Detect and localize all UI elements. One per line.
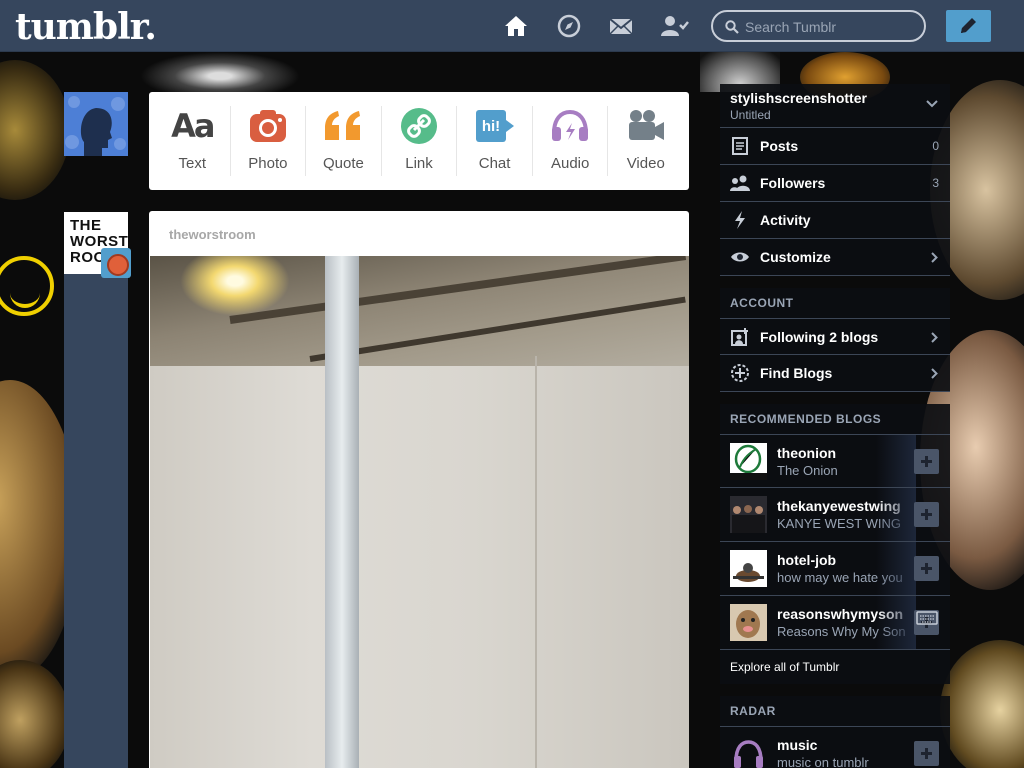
- headphones-icon: [730, 735, 767, 768]
- post-avatar-column: [64, 212, 128, 768]
- chevron-right-icon: [931, 368, 938, 379]
- post-type-link[interactable]: Link: [382, 106, 458, 176]
- chevron-down-icon: [926, 100, 938, 108]
- explore-all-link[interactable]: Explore all of Tumblr: [720, 650, 950, 684]
- reblog-badge-icon: [101, 248, 131, 278]
- post-type-audio[interactable]: Audio: [533, 106, 609, 176]
- hotel-job-avatar: [730, 550, 767, 587]
- recommended-blog-item[interactable]: hotel-job how may we hate you: [720, 542, 950, 596]
- search-input[interactable]: [745, 18, 915, 36]
- theonion-avatar: [730, 442, 767, 480]
- camera-icon: [246, 106, 290, 146]
- link-icon: [397, 106, 441, 146]
- compose-pencil-icon: [961, 18, 976, 33]
- top-header: tumblr.: [0, 0, 1024, 52]
- posts-icon: [730, 136, 750, 156]
- sidebar-item-followers[interactable]: Followers 3: [720, 165, 950, 202]
- recommended-blog-item[interactable]: thekanyewestwing KANYE WEST WING: [720, 488, 950, 542]
- recommended-section-title: RECOMMENDED BLOGS: [720, 404, 950, 434]
- headphones-icon: [548, 106, 592, 146]
- chevron-right-icon: [931, 332, 938, 343]
- post-type-quote[interactable]: Quote: [306, 106, 382, 176]
- find-blogs-icon: [730, 363, 750, 383]
- sidebar-item-find-blogs[interactable]: Find Blogs: [720, 355, 950, 392]
- radar-section-title: RADAR: [720, 696, 950, 726]
- svg-text:hi!: hi!: [481, 118, 499, 135]
- compose-button[interactable]: [946, 10, 991, 42]
- recommended-blog-item[interactable]: theonion The Onion: [720, 434, 950, 488]
- followers-icon: [730, 173, 750, 193]
- home-icon[interactable]: [503, 13, 529, 39]
- follow-button[interactable]: [914, 556, 939, 581]
- my-avatar[interactable]: [64, 92, 128, 156]
- chat-icon: hi!: [473, 106, 517, 146]
- post-type-video[interactable]: Video: [608, 106, 683, 176]
- explore-compass-icon[interactable]: [556, 13, 582, 39]
- post-type-chat[interactable]: hi! Chat: [457, 106, 533, 176]
- video-camera-icon: [624, 106, 668, 146]
- blog-switcher[interactable]: stylishscreenshotter Untitled: [720, 84, 950, 128]
- quote-icon: [321, 106, 365, 146]
- search-icon: [725, 20, 739, 34]
- post-type-bar: Aa Text Photo Quote Link hi! Chat Audio: [149, 92, 689, 190]
- post-type-text[interactable]: Aa Text: [155, 106, 231, 176]
- thekanyewestwing-avatar: [730, 496, 767, 533]
- smiley-graphic: [0, 256, 54, 316]
- sidebar-item-activity[interactable]: Activity: [720, 202, 950, 239]
- radar-blog-item[interactable]: music music on tumblr: [720, 726, 950, 768]
- account-person-icon[interactable]: [660, 13, 689, 39]
- dashboard-post: theworstroom: [149, 211, 689, 768]
- post-type-photo[interactable]: Photo: [231, 106, 307, 176]
- keyboard-icon: [916, 611, 938, 625]
- follow-button[interactable]: [914, 741, 939, 766]
- post-blog-name[interactable]: theworstroom: [149, 211, 689, 256]
- follow-button[interactable]: [914, 449, 939, 474]
- chevron-right-icon: [931, 252, 938, 263]
- right-sidebar: stylishscreenshotter Untitled Posts 0 Fo…: [720, 84, 950, 768]
- account-section-title: ACCOUNT: [720, 288, 950, 318]
- post-photo[interactable]: [150, 256, 689, 768]
- follow-button[interactable]: [914, 502, 939, 527]
- activity-bolt-icon: [730, 210, 750, 230]
- tumblr-logo[interactable]: tumblr.: [15, 6, 157, 48]
- text-icon: Aa: [171, 107, 215, 145]
- reasonswhymyson-avatar: [730, 604, 767, 641]
- sidebar-item-customize[interactable]: Customize: [720, 239, 950, 276]
- eye-icon: [730, 247, 750, 267]
- inbox-mail-icon[interactable]: [608, 13, 634, 39]
- sidebar-item-following[interactable]: Following 2 blogs: [720, 318, 950, 355]
- sidebar-item-posts[interactable]: Posts 0: [720, 128, 950, 165]
- search-box[interactable]: [711, 10, 926, 42]
- following-icon: [730, 327, 750, 347]
